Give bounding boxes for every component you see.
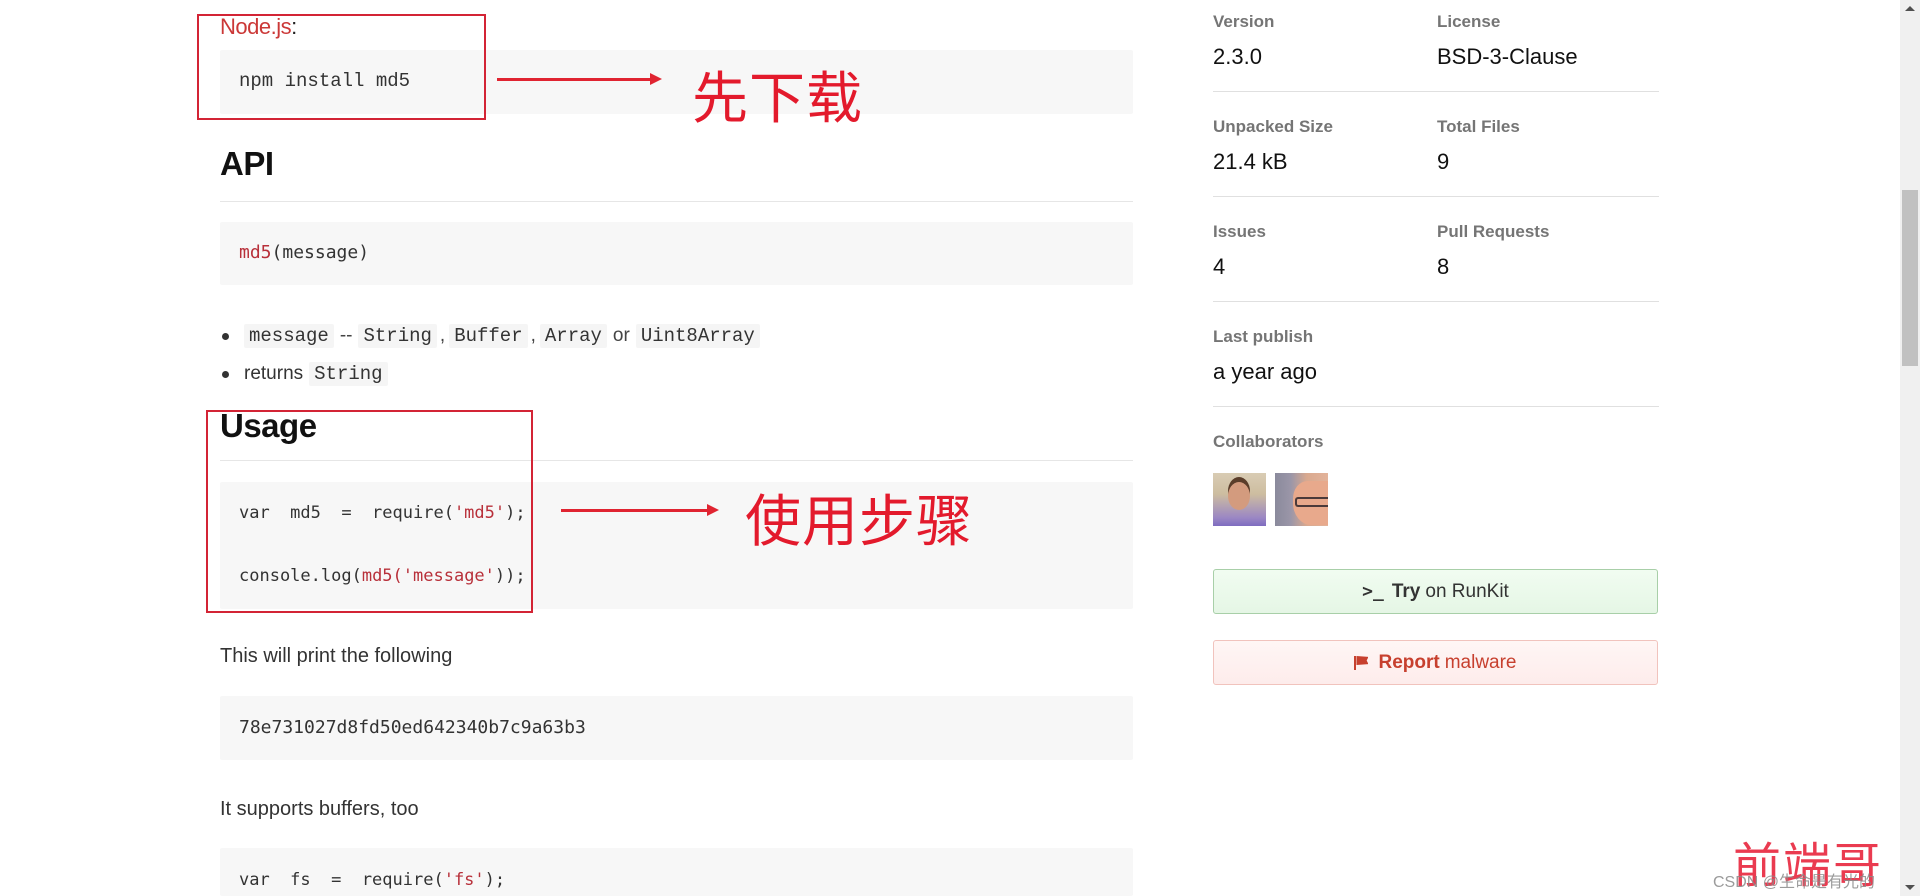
total-files-label: Total Files <box>1437 117 1520 136</box>
api-bullet-list: message -- String, Buffer, Array or Uint… <box>220 317 760 393</box>
csdn-watermark: CSDN @生命是有光的 <box>1713 874 1876 891</box>
issues-label: Issues <box>1213 222 1266 241</box>
scroll-down-arrow-icon[interactable] <box>1905 885 1915 890</box>
hash-output-block: 78e731027d8fd50ed642340b7c9a63b3 <box>220 696 1133 760</box>
sidebar-divider <box>1213 196 1659 197</box>
buffers-code-block: var fs = require('fs'); <box>220 848 1133 896</box>
total-files-value: 9 <box>1437 149 1450 174</box>
issues-link[interactable]: 4 <box>1213 254 1225 280</box>
api-heading: API <box>220 145 274 182</box>
return-type: String <box>309 362 388 386</box>
api-signature: md5(message) <box>239 242 370 263</box>
hash-output: 78e731027d8fd50ed642340b7c9a63b3 <box>239 717 586 738</box>
buffers-description: It supports buffers, too <box>220 798 419 820</box>
param-name: message <box>244 324 334 348</box>
api-divider <box>220 201 1133 202</box>
download-annotation: 先下载 <box>692 67 863 132</box>
flag-icon <box>1354 656 1368 670</box>
usage-steps-annotation: 使用步骤 <box>745 490 973 555</box>
usage-highlight-box <box>206 410 533 613</box>
pull-requests-link[interactable]: 8 <box>1437 254 1449 280</box>
version-label: Version <box>1213 12 1275 31</box>
terminal-icon: >_ <box>1362 581 1384 602</box>
install-arrow <box>497 73 662 85</box>
scroll-up-arrow-icon[interactable] <box>1905 6 1915 11</box>
license-value: BSD-3-Clause <box>1437 44 1578 69</box>
type-array: Array <box>539 324 607 348</box>
collaborator-avatar[interactable] <box>1275 473 1328 526</box>
try-on-runkit-button[interactable]: >_ Try on RunKit <box>1213 569 1658 614</box>
sidebar-divider <box>1213 301 1659 302</box>
version-value: 2.3.0 <box>1213 44 1262 69</box>
last-publish-label: Last publish <box>1213 327 1314 346</box>
pull-requests-label: Pull Requests <box>1437 222 1550 241</box>
type-uint8array: Uint8Array <box>635 324 760 348</box>
collaborators-label: Collaborators <box>1213 432 1324 451</box>
report-malware-button[interactable]: Report malware <box>1213 640 1658 685</box>
scrollbar-thumb[interactable] <box>1902 190 1918 366</box>
sidebar-divider <box>1213 91 1659 92</box>
last-publish-value: a year ago <box>1213 359 1317 384</box>
usage-arrow <box>561 504 719 516</box>
collaborator-avatar[interactable] <box>1213 473 1266 526</box>
unpacked-size-value: 21.4 kB <box>1213 149 1288 174</box>
type-string: String <box>358 324 437 348</box>
unpacked-size-label: Unpacked Size <box>1213 117 1333 136</box>
buffers-code-line: var fs = require('fs'); <box>239 870 506 890</box>
print-description: This will print the following <box>220 645 453 667</box>
install-highlight-box <box>197 14 486 120</box>
list-item: message -- String, Buffer, Array or Uint… <box>220 317 760 355</box>
api-signature-block: md5(message) <box>220 222 1133 285</box>
list-item: returns String <box>220 355 760 393</box>
sidebar-divider <box>1213 406 1659 407</box>
vertical-scrollbar[interactable] <box>1900 0 1920 896</box>
license-label: License <box>1437 12 1501 31</box>
type-buffer: Buffer <box>449 324 528 348</box>
